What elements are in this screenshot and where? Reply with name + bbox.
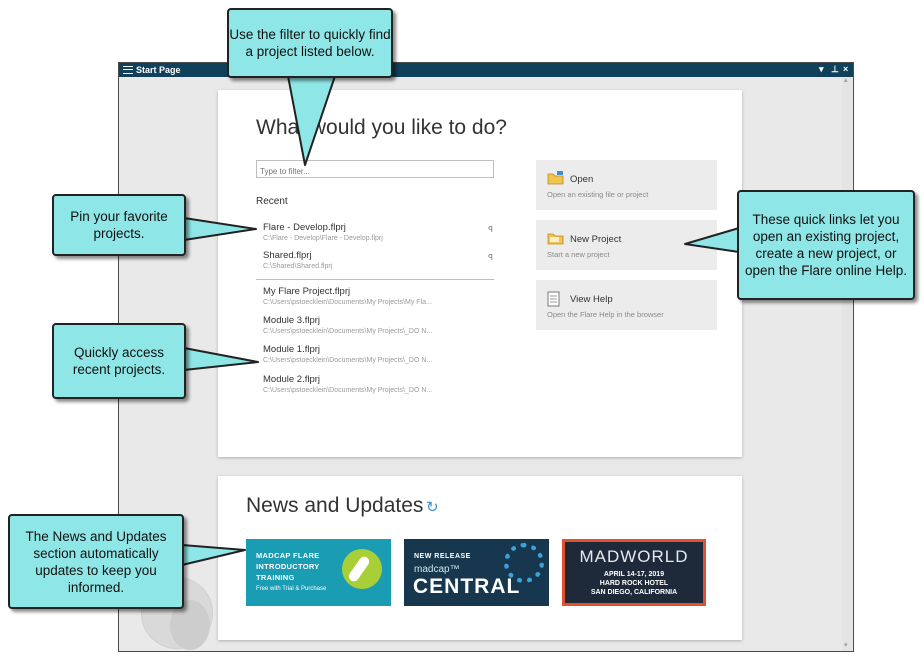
banner-subtext: Free with Trial & Purchase <box>256 586 327 592</box>
page-title: What would you like to do? <box>256 116 507 139</box>
recent-divider <box>256 279 494 280</box>
recent-callout: Quickly access recent projects. <box>52 323 186 399</box>
news-callout: The News and Updates section automatical… <box>8 514 184 609</box>
pin-callout: Pin your favorite projects. <box>52 194 186 256</box>
central-banner[interactable]: NEW RELEASE madcap™ CENTRAL <box>404 539 549 606</box>
folder-open-icon <box>547 171 564 185</box>
dropdown-icon[interactable]: ▾ <box>819 63 824 76</box>
project-path: C:\Users\pstoecklein\Documents\My Projec… <box>263 387 433 394</box>
scroll-up-icon[interactable]: ▴ <box>844 77 850 84</box>
project-path: C:\Users\pstoecklein\Documents\My Projec… <box>263 328 433 335</box>
help-document-icon <box>547 291 560 307</box>
recent-heading: Recent <box>256 196 288 207</box>
quick-link-title: View Help <box>570 294 613 305</box>
banner-city: SAN DIEGO, CALIFORNIA <box>590 589 678 596</box>
banner-line: TRAINING <box>256 573 295 582</box>
view-help-link[interactable]: View Help Open the Flare Help in the bro… <box>536 280 717 330</box>
new-project-link[interactable]: New Project Start a new project <box>536 220 717 270</box>
training-banner[interactable]: MADCAP FLARE INTRODUCTORY TRAINING Free … <box>246 539 391 606</box>
project-path: C:\Users\pstoecklein\Documents\My Projec… <box>263 299 432 306</box>
quick-links-callout: These quick links let you open an existi… <box>737 190 915 300</box>
project-path: C:\Shared\Shared.flprj <box>263 263 333 270</box>
quick-link-title: New Project <box>570 234 622 245</box>
recent-project-item[interactable]: My Flare Project.flprj C:\Users\pstoeckl… <box>263 286 493 308</box>
recent-project-item[interactable]: Module 2.flprj C:\Users\pstoecklein\Docu… <box>263 374 493 396</box>
banner-brand: madcap™ <box>414 564 460 575</box>
close-icon[interactable]: × <box>843 63 848 76</box>
banner-dates: APRIL 14-17, 2019 <box>603 571 665 578</box>
quick-link-desc: Open the Flare Help in the browser <box>547 310 664 319</box>
pin-icon[interactable]: ꟼ <box>488 225 493 234</box>
project-name: Module 2.flprj <box>263 374 321 385</box>
news-title: News and Updates <box>246 494 424 517</box>
quick-link-desc: Open an existing file or project <box>547 190 649 199</box>
open-link[interactable]: Open Open an existing file or project <box>536 160 717 210</box>
filter-callout: Use the filter to quickly find a project… <box>227 8 393 78</box>
filter-input[interactable] <box>256 160 494 178</box>
pin-window-icon[interactable]: ⊥ <box>831 63 839 76</box>
banner-line: INTRODUCTORY <box>256 562 320 571</box>
project-path: C:\Users\pstoecklein\Documents\My Projec… <box>263 357 433 364</box>
recent-project-item[interactable]: Module 1.flprj C:\Users\pstoecklein\Docu… <box>263 344 493 366</box>
start-panel: What would you like to do? Recent Flare … <box>218 90 742 457</box>
pinned-project-item[interactable]: Flare - Develop.flprj C:\Flare - Develop… <box>263 222 493 244</box>
banner-event-name: MADWORLD <box>579 547 689 566</box>
project-name: My Flare Project.flprj <box>263 286 351 297</box>
madworld-banner[interactable]: MADWORLD APRIL 14-17, 2019 HARD ROCK HOT… <box>562 539 706 606</box>
vertical-scrollbar[interactable] <box>842 77 852 651</box>
banner-tag: NEW RELEASE <box>414 553 471 560</box>
project-name: Module 3.flprj <box>263 315 321 326</box>
news-panel: News and Updates ↻ MADCAP FLARE INTRODUC… <box>218 476 742 640</box>
quick-link-title: Open <box>570 174 594 185</box>
quick-link-desc: Start a new project <box>547 250 610 259</box>
window-title: Start Page <box>136 65 181 75</box>
refresh-icon[interactable]: ↻ <box>426 498 439 516</box>
new-project-icon <box>547 233 564 245</box>
pin-icon[interactable]: ꟼ <box>488 253 493 262</box>
menu-icon[interactable] <box>123 66 133 74</box>
project-path: C:\Flare - Develop\Flare - Develop.flprj <box>263 235 383 242</box>
banner-venue: HARD ROCK HOTEL <box>599 580 669 587</box>
scroll-down-icon[interactable]: ▾ <box>844 642 850 649</box>
recent-project-item[interactable]: Module 3.flprj C:\Users\pstoecklein\Docu… <box>263 315 493 337</box>
pinned-project-item[interactable]: Shared.flprj C:\Shared\Shared.flprj ꟼ <box>263 250 493 272</box>
project-name: Module 1.flprj <box>263 344 321 355</box>
banner-line: MADCAP FLARE <box>256 551 320 560</box>
project-name: Shared.flprj <box>263 250 312 261</box>
flare-logo-icon <box>342 549 382 589</box>
project-name: Flare - Develop.flprj <box>263 222 346 233</box>
banner-product: CENTRAL <box>413 575 521 598</box>
